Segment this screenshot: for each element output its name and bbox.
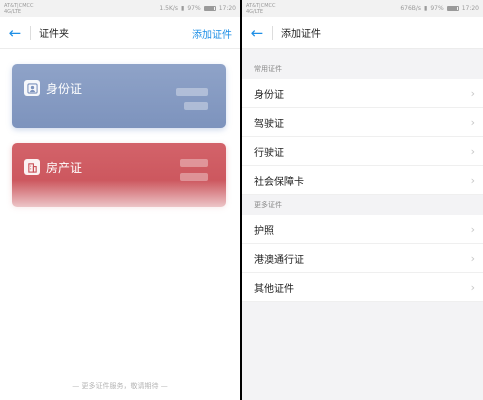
card-name: 房产证 (46, 161, 83, 175)
more-list: 护照 › 港澳通行证 › 其他证件 › (242, 215, 483, 302)
signal-icon: ▮ (424, 5, 428, 12)
clock: 17:20 (461, 5, 479, 12)
person-icon (24, 80, 40, 96)
nav-divider (272, 25, 273, 40)
battery-percent: 97% (187, 5, 201, 12)
nav-bar: ← 添加证件 (242, 17, 483, 49)
building-icon (24, 159, 40, 175)
list-item-driver-license[interactable]: 驾驶证 › (242, 108, 483, 137)
chevron-right-icon: › (470, 115, 475, 129)
card-fade (0, 180, 240, 220)
back-arrow-icon[interactable]: ← (0, 24, 30, 42)
nav-divider (30, 25, 31, 40)
masked-number (184, 102, 208, 110)
list-item-vehicle-license[interactable]: 行驶证 › (242, 137, 483, 166)
network-speed: 676B/s (400, 5, 422, 12)
list-item-passport[interactable]: 护照 › (242, 215, 483, 244)
list-item-other-certificates[interactable]: 其他证件 › (242, 273, 483, 302)
battery-fill (204, 7, 215, 10)
common-list: 身份证 › 驾驶证 › 行驶证 › 社会保障卡 › (242, 79, 483, 195)
list-item-social-security-card[interactable]: 社会保障卡 › (242, 166, 483, 195)
battery-icon (446, 6, 459, 11)
status-bar: AT&T|CMCC 4G/LTE 1.5K/s ▮ 97% 17:20 (0, 0, 240, 17)
wallet-screen: AT&T|CMCC 4G/LTE 1.5K/s ▮ 97% 17:20 ← 证件… (0, 0, 240, 400)
footer-note: — 更多证件服务，敬请期待 — (72, 382, 168, 390)
chevron-right-icon: › (470, 144, 475, 158)
masked-number (176, 88, 208, 96)
battery-fill (447, 7, 458, 10)
add-certificate-link[interactable]: 添加证件 (192, 26, 232, 41)
section-header-common: 常用证件 (254, 65, 282, 73)
status-bar: AT&T|CMCC 4G/LTE 676B/s ▮ 97% 17:20 (242, 0, 483, 17)
chevron-right-icon: › (470, 173, 475, 187)
chevron-right-icon: › (470, 86, 475, 100)
nav-bar: ← 证件夹 添加证件 (0, 17, 240, 49)
battery-icon (203, 6, 216, 11)
clock: 17:20 (218, 5, 236, 12)
carrier: AT&T|CMCC 4G/LTE (246, 2, 276, 15)
battery-percent: 97% (430, 5, 444, 12)
chevron-right-icon: › (470, 251, 475, 265)
back-arrow-icon[interactable]: ← (242, 24, 272, 42)
add-certificate-screen: AT&T|CMCC 4G/LTE 676B/s ▮ 97% 17:20 ← 添加… (242, 0, 483, 400)
section-header-more: 更多证件 (254, 201, 282, 209)
list-item-hk-macao-permit[interactable]: 港澳通行证 › (242, 244, 483, 273)
page-title: 证件夹 (39, 29, 69, 40)
carrier: AT&T|CMCC 4G/LTE (4, 2, 34, 15)
masked-number (180, 159, 208, 167)
chevron-right-icon: › (470, 222, 475, 236)
chevron-right-icon: › (470, 280, 475, 294)
list-item-id-card[interactable]: 身份证 › (242, 79, 483, 108)
screenshot-pair: AT&T|CMCC 4G/LTE 1.5K/s ▮ 97% 17:20 ← 证件… (0, 0, 483, 400)
network-speed: 1.5K/s (159, 5, 179, 12)
card-name: 身份证 (46, 82, 83, 96)
id-card-card[interactable]: 身份证 (12, 64, 226, 128)
signal-icon: ▮ (181, 5, 185, 12)
page-title: 添加证件 (281, 29, 321, 40)
